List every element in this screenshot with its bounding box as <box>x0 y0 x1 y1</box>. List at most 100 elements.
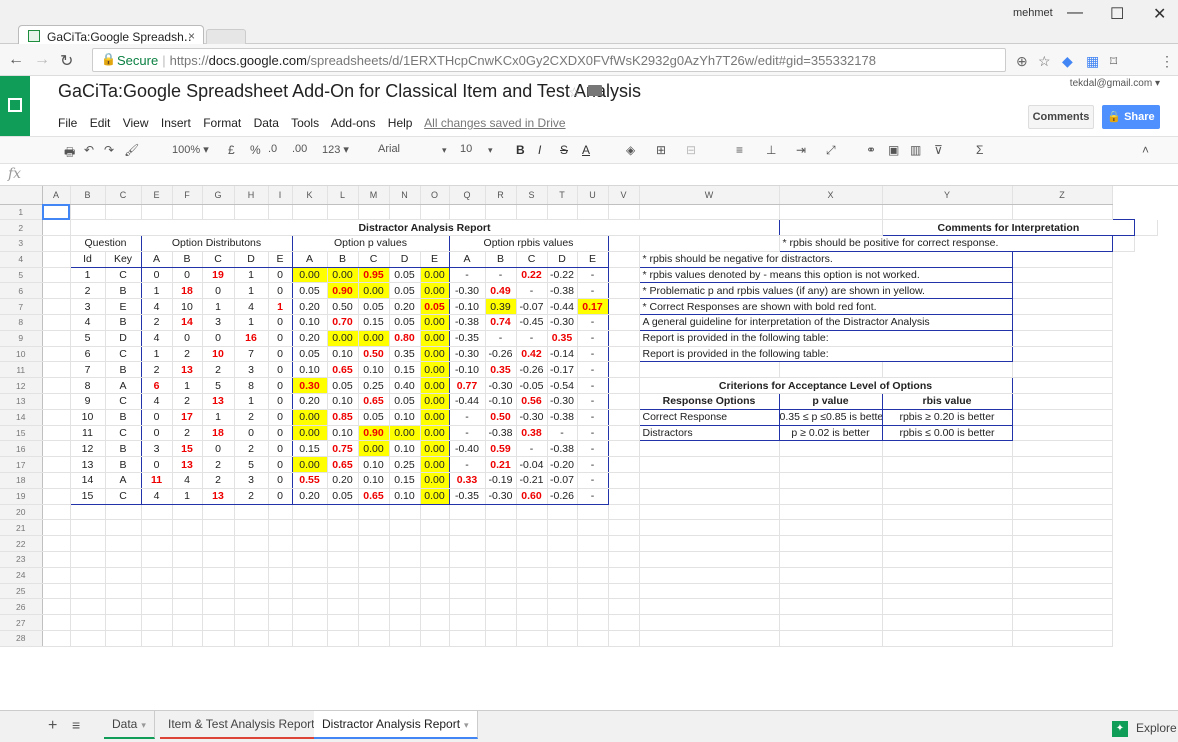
row-header[interactable]: 25 <box>0 583 43 600</box>
grid-cell[interactable] <box>639 598 780 616</box>
r-value-cell[interactable]: -0.14 <box>547 346 578 363</box>
item-id[interactable]: 9 <box>69 393 106 410</box>
p-value-cell[interactable]: 0.50 <box>358 346 390 363</box>
item-id[interactable]: 6 <box>69 346 106 363</box>
row-header[interactable]: 10 <box>0 346 43 363</box>
grid-cell[interactable] <box>639 614 780 632</box>
grid-cell[interactable] <box>779 583 883 600</box>
fill-color-icon[interactable]: ◈ <box>626 143 635 157</box>
grid-cell[interactable] <box>779 535 883 553</box>
grid-cell[interactable] <box>1012 393 1113 410</box>
grid-cell[interactable] <box>608 598 640 616</box>
dist-value-cell[interactable]: 1 <box>172 488 203 505</box>
grid-cell[interactable] <box>577 614 609 632</box>
grid-cell[interactable] <box>105 204 142 221</box>
grid-cell[interactable] <box>608 519 640 537</box>
grid-cell[interactable] <box>389 551 421 568</box>
grid-cell[interactable] <box>42 567 71 584</box>
r-value-cell[interactable]: 0.77 <box>448 377 486 395</box>
grid-cell[interactable] <box>547 504 578 521</box>
r-value-cell[interactable]: - <box>577 314 609 331</box>
comment-line[interactable]: * rpbis should be negative for distracto… <box>638 251 1013 268</box>
grid-cell[interactable] <box>608 551 640 568</box>
grid-cell[interactable] <box>449 583 486 600</box>
column-label[interactable]: A <box>140 251 173 268</box>
dist-value-cell[interactable]: 0 <box>268 488 293 505</box>
grid-cell[interactable] <box>202 535 235 553</box>
dist-value-cell[interactable]: 2 <box>202 361 235 379</box>
r-value-cell[interactable]: -0.07 <box>516 298 548 316</box>
row-header[interactable]: 24 <box>0 567 43 584</box>
dist-value-cell[interactable]: 0 <box>268 440 293 458</box>
r-value-cell[interactable]: -0.30 <box>547 393 578 410</box>
p-value-cell[interactable]: 0.10 <box>327 393 359 410</box>
grid-cell[interactable] <box>42 472 71 489</box>
item-key[interactable]: B <box>105 314 142 331</box>
r-value-cell[interactable]: -0.30 <box>485 488 517 505</box>
grid-cell[interactable] <box>327 504 359 521</box>
menu-help[interactable]: Help <box>388 116 413 130</box>
row-header[interactable]: 6 <box>0 282 43 300</box>
increase-decimal-button[interactable]: .00 <box>292 143 307 155</box>
item-key[interactable]: B <box>105 282 142 300</box>
dist-value-cell[interactable]: 3 <box>234 472 269 489</box>
chrome-menu-icon[interactable]: ⋮ <box>1160 53 1174 70</box>
p-value-cell[interactable]: 0.15 <box>358 314 390 331</box>
grid-cell[interactable] <box>1112 235 1136 252</box>
font-dropdown-icon[interactable]: ▾ <box>442 145 447 156</box>
r-value-cell[interactable]: 0.74 <box>485 314 517 331</box>
grid-cell[interactable] <box>268 567 293 584</box>
dist-value-cell[interactable]: 0 <box>202 440 235 458</box>
grid-cell[interactable] <box>234 630 269 647</box>
font-size-dropdown-icon[interactable]: ▾ <box>488 145 493 156</box>
row-header[interactable]: 7 <box>0 298 43 316</box>
r-value-cell[interactable]: -0.38 <box>547 409 578 426</box>
grid-cell[interactable] <box>141 598 173 616</box>
grid-cell[interactable] <box>70 535 106 553</box>
column-label[interactable]: A <box>291 251 328 268</box>
grid-cell[interactable] <box>639 519 780 537</box>
grid-cell[interactable] <box>105 630 142 647</box>
p-value-cell[interactable]: 0.00 <box>420 330 450 347</box>
dist-value-cell[interactable]: 1 <box>140 282 173 300</box>
r-value-cell[interactable]: - <box>577 377 609 395</box>
grid-cell[interactable] <box>292 598 328 616</box>
p-value-cell[interactable]: 0.15 <box>389 472 421 489</box>
redo-icon[interactable]: ↷ <box>104 143 114 157</box>
grid-cell[interactable] <box>449 519 486 537</box>
font-select[interactable]: Arial <box>378 143 400 155</box>
grid-cell[interactable] <box>1012 282 1113 300</box>
comment-line[interactable]: Report is provided in the following tabl… <box>638 329 1013 347</box>
grid-cell[interactable] <box>141 614 173 632</box>
item-key[interactable]: C <box>105 488 142 505</box>
p-value-cell[interactable]: 0.05 <box>420 298 450 316</box>
p-value-cell[interactable]: 0.10 <box>389 440 421 458</box>
grid-cell[interactable] <box>577 504 609 521</box>
grid-cell[interactable] <box>1012 346 1113 363</box>
column-header[interactable]: E <box>141 186 173 205</box>
grid-cell[interactable] <box>234 614 269 632</box>
grid-cell[interactable] <box>172 519 203 537</box>
paint-format-icon[interactable]: 🖌 <box>124 143 139 157</box>
column-label[interactable]: Id <box>69 251 106 268</box>
comment-line[interactable]: Report is provided in the following tabl… <box>638 346 1013 363</box>
dist-value-cell[interactable]: 1 <box>202 298 235 316</box>
dist-value-cell[interactable]: 1 <box>234 282 269 300</box>
dist-value-cell[interactable]: 0 <box>268 346 293 363</box>
grid-cell[interactable] <box>70 551 106 568</box>
dist-value-cell[interactable]: 4 <box>172 472 203 489</box>
p-value-cell[interactable]: 0.00 <box>420 361 450 379</box>
grid-cell[interactable] <box>234 567 269 584</box>
grid-cell[interactable] <box>449 630 486 647</box>
grid-cell[interactable] <box>420 614 450 632</box>
grid-cell[interactable] <box>202 614 235 632</box>
p-value-cell[interactable]: 0.10 <box>291 361 328 379</box>
grid-cell[interactable] <box>420 630 450 647</box>
grid-cell[interactable] <box>292 614 328 632</box>
dist-value-cell[interactable]: 0 <box>268 425 293 442</box>
p-value-cell[interactable]: 0.50 <box>327 298 359 316</box>
row-header[interactable]: 11 <box>0 361 43 379</box>
r-value-cell[interactable]: - <box>448 267 486 284</box>
grid-cell[interactable] <box>389 567 421 584</box>
menu-data[interactable]: Data <box>254 116 279 130</box>
